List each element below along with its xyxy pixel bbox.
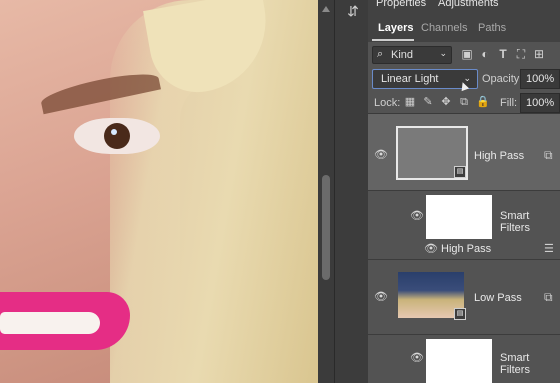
shape-filter-icon[interactable]: ⛶	[514, 47, 528, 61]
lock-artboard-icon[interactable]: ⧉	[458, 96, 470, 108]
adjustment-filter-icon[interactable]: ◐	[478, 47, 492, 61]
smart-filter-toggle-icon[interactable]: ⧉	[544, 290, 553, 305]
lock-fill-row: Lock: ▦ ✎ ✥ ⧉ 🔒 Fill: 100%	[368, 91, 560, 114]
fill-label: Fill:	[500, 97, 518, 109]
smart-filters-visibility-eye-icon[interactable]: 👁	[410, 211, 424, 222]
fill-field[interactable]: 100%	[520, 93, 560, 113]
blend-mode-select[interactable]: Linear Light ⌄	[372, 69, 478, 92]
filter-mask-thumbnail[interactable]	[426, 195, 492, 239]
scrollbar-thumb[interactable]	[322, 175, 330, 280]
lock-all-icon[interactable]: 🔒	[476, 96, 490, 108]
type-filter-icon[interactable]: T	[496, 47, 510, 61]
smartobject-filter-icon[interactable]: ⊞	[532, 47, 546, 61]
scroll-up-arrow-icon[interactable]	[322, 6, 330, 12]
layers-tabs: Layers Channels Paths	[368, 12, 560, 42]
smart-filter-entry-high-pass[interactable]: 👁 High Pass ☰	[368, 239, 560, 260]
panel-icon-strip: ⇵	[334, 0, 369, 383]
layer-row-high-pass[interactable]: 👁 ▤ High Pass ⧉	[368, 114, 560, 191]
layer-row-low-pass[interactable]: 👁 ▤ Low Pass ⧉	[368, 260, 560, 335]
search-icon: ⌕	[377, 48, 384, 60]
visibility-eye-icon[interactable]: 👁	[374, 150, 388, 161]
eye	[74, 118, 160, 154]
tab-channels[interactable]: Channels	[421, 22, 467, 34]
visibility-eye-icon[interactable]: 👁	[374, 292, 388, 303]
tab-paths[interactable]: Paths	[478, 22, 506, 34]
eye-highlight	[111, 129, 117, 135]
smart-filters-row[interactable]: 👁 Smart Filters	[368, 191, 560, 239]
filter-blending-options-icon[interactable]: ☰	[544, 242, 554, 255]
image-filter-icon[interactable]: ▣	[460, 47, 474, 61]
filter-name[interactable]: High Pass	[441, 243, 491, 255]
tab-adjustments[interactable]: Adjustments	[438, 0, 499, 9]
smart-filters-row[interactable]: 👁 Smart Filters	[368, 335, 560, 383]
top-panel-tabs: Properties Adjustments	[368, 0, 560, 12]
fill-value: 100%	[526, 97, 555, 109]
lock-label: Lock:	[374, 97, 401, 109]
active-tab-indicator	[372, 39, 414, 41]
layer-name[interactable]: High Pass	[474, 150, 524, 162]
lock-transparent-icon[interactable]: ▦	[404, 96, 416, 108]
chevron-down-icon: ⌄	[439, 48, 447, 58]
smart-object-badge-icon: ▤	[454, 308, 466, 320]
smart-filters-visibility-eye-icon[interactable]: 👁	[410, 353, 424, 364]
filter-kind-label: Kind	[391, 49, 414, 61]
filter-kind-select[interactable]: ⌕ Kind ⌄	[372, 46, 452, 64]
layer-filter-row: ⌕ Kind ⌄ ▣ ◐ T ⛶ ⊞	[368, 42, 560, 68]
iris	[104, 123, 130, 149]
lock-position-icon[interactable]: ✥	[440, 96, 452, 108]
smart-object-badge-icon: ▤	[454, 166, 466, 178]
opacity-value: 100%	[526, 73, 555, 85]
teeth	[0, 312, 100, 334]
opacity-field[interactable]: 100%	[520, 69, 560, 89]
smart-filters-label: Smart Filters	[500, 210, 530, 234]
document-canvas[interactable]	[0, 0, 318, 383]
layer-name[interactable]: Low Pass	[474, 292, 522, 304]
smart-filter-toggle-icon[interactable]: ⧉	[544, 148, 553, 163]
filter-visibility-eye-icon[interactable]: 👁	[424, 244, 438, 255]
tab-properties[interactable]: Properties	[376, 0, 426, 9]
smart-filters-label: Smart Filters	[500, 352, 530, 376]
layers-panel: Properties Adjustments Layers Channels P…	[368, 0, 560, 383]
tab-layers[interactable]: Layers	[378, 22, 413, 34]
history-panel-icon[interactable]: ⇵	[344, 2, 362, 20]
filter-mask-thumbnail[interactable]	[426, 339, 492, 383]
lock-image-icon[interactable]: ✎	[422, 96, 434, 108]
blend-opacity-row: Linear Light ⌄ Opacity: 100%	[368, 68, 560, 92]
blend-mode-value: Linear Light	[381, 73, 439, 85]
opacity-label: Opacity:	[482, 73, 523, 85]
